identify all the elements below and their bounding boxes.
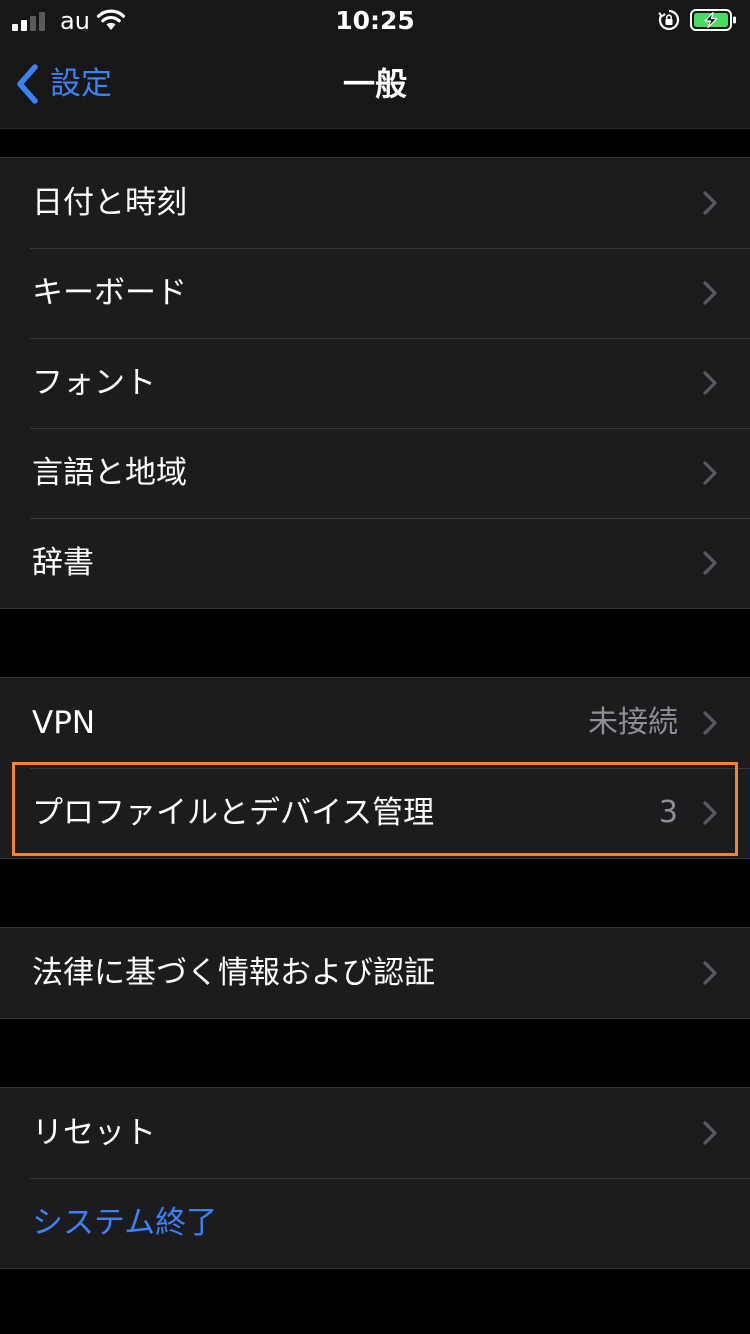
row-legal-regulatory[interactable]: 法律に基づく情報および認証: [0, 928, 750, 1018]
page-title: 一般: [342, 65, 407, 103]
row-label: フォント: [32, 365, 156, 401]
settings-group-general: 日付と時刻 キーボード フォント 言語と地域 辞書: [0, 157, 750, 609]
row-label: 辞書: [32, 545, 94, 581]
row-label: リセット: [32, 1115, 156, 1151]
shutdown-button[interactable]: システム終了: [0, 1178, 750, 1268]
vpn-status-value: 未接続: [588, 705, 678, 740]
chevron-right-icon: [703, 371, 717, 395]
chevron-right-icon: [703, 801, 717, 825]
chevron-right-icon: [703, 711, 717, 735]
row-label: キーボード: [32, 275, 187, 311]
chevron-right-icon: [703, 461, 717, 485]
row-label: 言語と地域: [32, 455, 187, 491]
row-label: プロファイルとデバイス管理: [32, 795, 435, 831]
row-profiles-device-management[interactable]: プロファイルとデバイス管理 3: [0, 768, 750, 858]
chevron-right-icon: [703, 551, 717, 575]
row-label: VPN: [32, 705, 96, 741]
status-time: 10:25: [335, 6, 415, 35]
row-language-region[interactable]: 言語と地域: [0, 428, 750, 518]
chevron-right-icon: [703, 961, 717, 985]
row-fonts[interactable]: フォント: [0, 338, 750, 428]
orientation-lock-icon: [658, 9, 680, 31]
row-label: 日付と時刻: [32, 185, 187, 221]
row-vpn[interactable]: VPN 未接続: [0, 678, 750, 768]
settings-group-reset: リセット システム終了: [0, 1087, 750, 1269]
row-label: 法律に基づく情報および認証: [32, 955, 435, 991]
row-keyboard[interactable]: キーボード: [0, 248, 750, 338]
row-reset[interactable]: リセット: [0, 1088, 750, 1178]
status-bar: au 10:25: [0, 0, 750, 42]
row-date-time[interactable]: 日付と時刻: [0, 158, 750, 248]
profile-count-value: 3: [658, 795, 678, 830]
chevron-right-icon: [703, 1121, 717, 1145]
row-dictionary[interactable]: 辞書: [0, 518, 750, 608]
chevron-right-icon: [703, 281, 717, 305]
settings-group-network: VPN 未接続 プロファイルとデバイス管理 3: [0, 677, 750, 859]
battery-charging-icon: [690, 9, 736, 31]
chevron-right-icon: [703, 191, 717, 215]
shutdown-label: システム終了: [32, 1205, 218, 1241]
settings-group-legal: 法律に基づく情報および認証: [0, 927, 750, 1019]
navigation-bar: 設定 一般: [0, 42, 750, 129]
